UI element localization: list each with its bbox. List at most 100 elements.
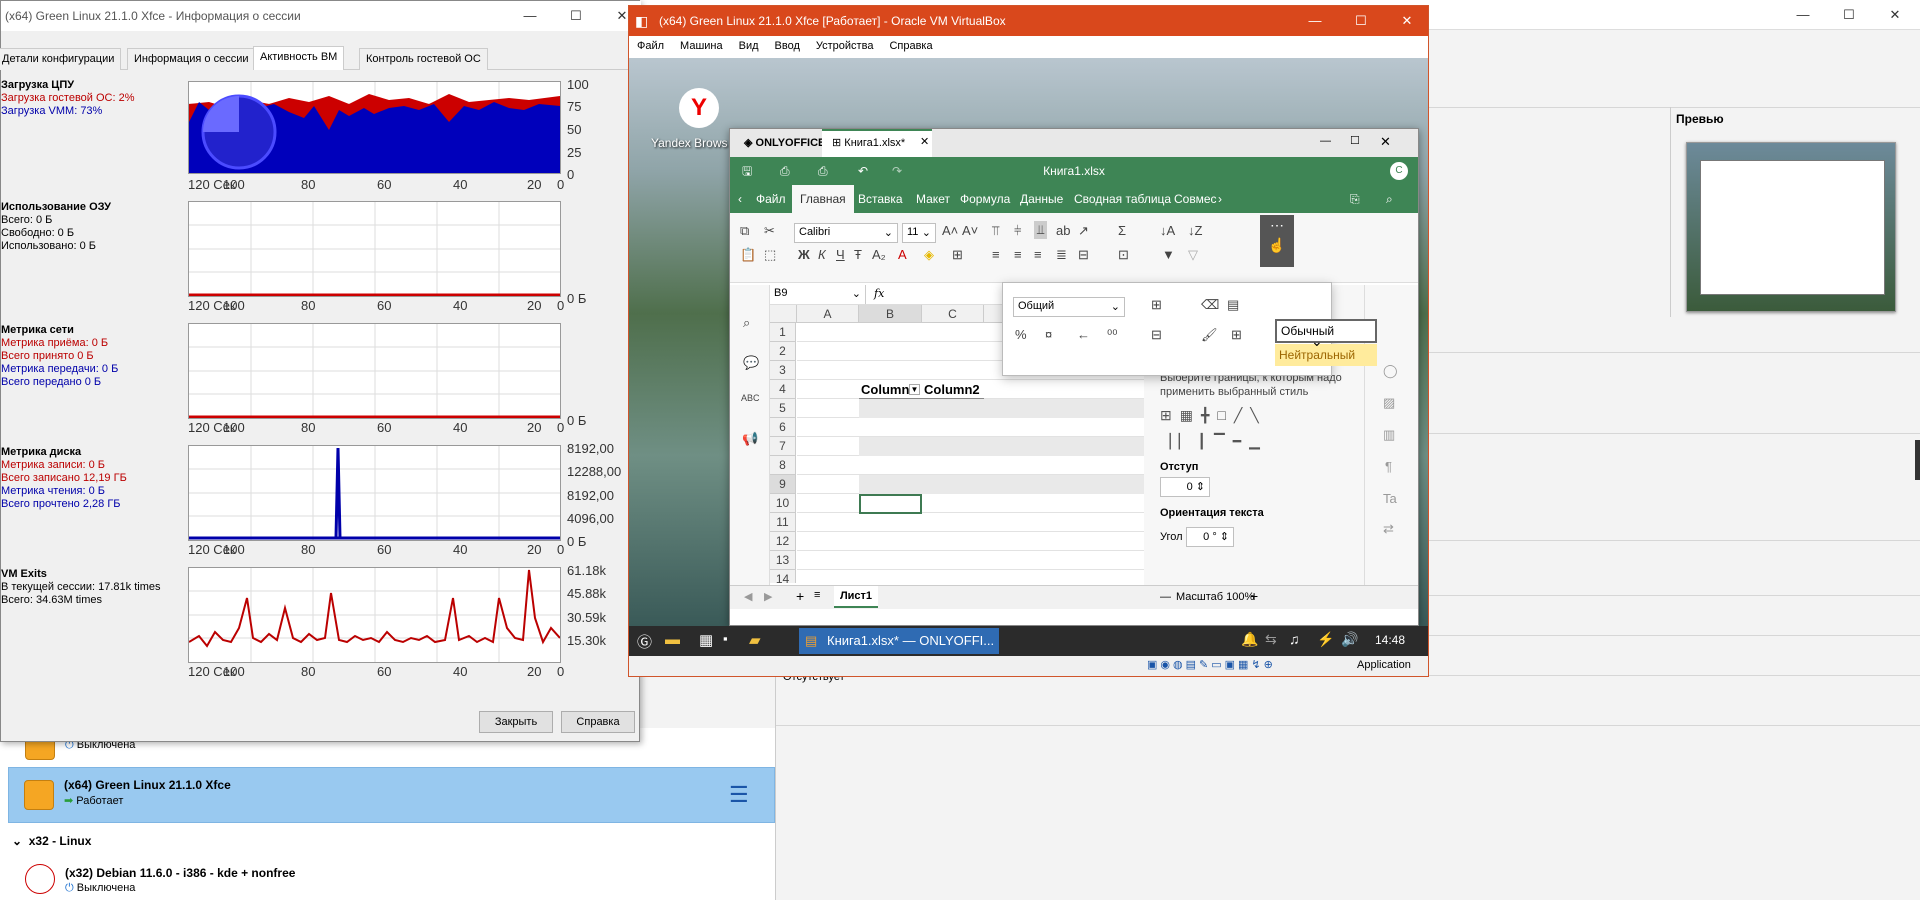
paragraph-icon[interactable]: ¶ [1385,459,1392,474]
zoom-out-icon[interactable]: — [1160,591,1171,603]
grid-row[interactable] [797,570,1144,583]
yandex-browser-icon[interactable]: Y [679,88,719,128]
borders-icon[interactable]: ⊞ [952,247,963,263]
column-header[interactable]: B [859,305,922,323]
menu-view[interactable]: Вид [731,36,767,56]
fill-color-icon[interactable]: ◈ [924,247,934,263]
grid-row[interactable] [797,418,1144,437]
tab-session-info[interactable]: Информация о сессии [127,48,256,70]
merge-icon[interactable]: ⊟ [1078,247,1089,263]
prev-sheet-icon[interactable]: ◀ [744,590,752,603]
folder-icon[interactable]: ▰ [749,631,761,649]
scroll-right-icon[interactable]: › [1210,185,1230,213]
maximize-icon[interactable]: ☐ [553,1,599,31]
chart-icon[interactable]: ▥ [1383,427,1395,443]
undo-icon[interactable]: ↶ [858,157,868,185]
row-header[interactable]: 10 [770,494,796,513]
filter-dropdown-icon[interactable]: ▼ [909,384,920,395]
close-button[interactable]: Закрыть [479,711,553,733]
font-name-select[interactable]: Calibri ⌄ [794,223,898,243]
feedback-icon[interactable]: 📢 [742,431,758,447]
format-as-table-icon[interactable]: ⊞ [1231,327,1242,343]
power-icon[interactable]: ⚡ [1317,631,1334,648]
menu-machine[interactable]: Машина [672,36,731,56]
terminal-icon[interactable]: ▪ [723,631,728,646]
paste-icon[interactable]: 📋 [740,247,756,263]
row-header[interactable]: 3 [770,361,796,380]
sort-desc-icon[interactable]: ↓Z [1188,223,1202,238]
row-header[interactable]: 7 [770,437,796,456]
help-button[interactable]: Справка [561,711,635,733]
align-right-icon[interactable]: ≡ [1034,247,1042,262]
number-format-select[interactable]: Общий ⌄ [1013,297,1125,317]
text-art-icon[interactable]: Ta [1383,491,1397,506]
quick-print-icon[interactable]: ⎙ [818,157,828,185]
percent-icon[interactable]: % [1015,327,1027,342]
wrap-text-icon[interactable]: ab [1056,223,1070,238]
search-icon[interactable]: ⌕ [743,315,750,331]
maximize-icon[interactable]: ☐ [1826,0,1872,30]
row-header[interactable]: 2 [770,342,796,361]
scrollbar[interactable] [1915,440,1920,480]
next-sheet-icon[interactable]: ▶ [764,590,772,603]
menu-help[interactable]: Справка [881,36,940,56]
grid-row[interactable] [797,456,1144,475]
minimize-icon[interactable]: — [507,1,553,31]
row-header[interactable]: 13 [770,551,796,570]
sort-asc-icon[interactable]: ↓A [1160,223,1175,238]
close-tab-icon[interactable]: ✕ [920,135,929,148]
tab-vm-activity[interactable]: Активность ВМ [253,46,345,70]
tab-file[interactable]: Файл [748,185,794,213]
row-header[interactable]: 5 [770,399,796,418]
save-icon[interactable]: 🖫 [742,157,752,185]
font-color-icon[interactable]: A [898,247,907,262]
device-status-icons[interactable]: ▣◉◍▤✎▭▣▦↯⊕ [1147,658,1276,671]
vm-list-item-selected[interactable]: (x64) Green Linux 21.1.0 Xfce ➡ Работает… [8,767,775,823]
row-header[interactable]: 6 [770,418,796,437]
border-position-icons[interactable]: ▕▏┃▔━▁ [1160,433,1268,450]
desktop-icon-label[interactable]: Yandex Brows [651,136,727,150]
close-icon[interactable]: ✕ [1384,6,1430,36]
align-left-icon[interactable]: ≡ [992,247,1000,262]
row-header[interactable]: 14 [770,570,796,583]
delete-cells-icon[interactable]: ⊟ [1151,327,1162,343]
function-icon[interactable]: fx [874,287,884,300]
increase-decimal-icon[interactable]: ⁰⁰ [1107,327,1117,343]
row-header[interactable]: 12 [770,532,796,551]
more-button[interactable]: ⋯ ☝ [1260,215,1294,267]
tab-insert[interactable]: Вставка [850,185,911,213]
menu-icon[interactable]: Ⓖ [637,631,652,652]
row-header[interactable]: 4 [770,380,796,399]
zoom-in-icon[interactable]: + [1250,588,1258,604]
apps-grid-icon[interactable]: ▦ [699,631,713,649]
menu-input[interactable]: Ввод [767,36,808,56]
maximize-icon[interactable]: ☐ [1338,6,1384,36]
tab-guest-control[interactable]: Контроль гостевой ОС [359,48,488,70]
column-header[interactable]: C [922,305,984,323]
close-icon[interactable]: ✕ [1380,134,1391,150]
tab-formula[interactable]: Формула [952,185,1018,213]
angle-input[interactable]: 0 ° ⇕ [1186,527,1234,547]
decrease-decimal-icon[interactable]: ← [1077,327,1090,342]
row-header[interactable]: 11 [770,513,796,532]
insert-cells-icon[interactable]: ⊞ [1151,297,1162,313]
justify-icon[interactable]: ≣ [1056,247,1067,263]
selected-cell[interactable] [859,494,922,514]
align-middle-icon[interactable]: ⫩ [1014,223,1021,239]
conditional-format-icon[interactable]: ▤ [1227,297,1239,313]
italic-icon[interactable]: К [818,247,826,262]
minimize-icon[interactable]: — [1320,135,1331,147]
network-icon[interactable]: ⇆ [1265,631,1277,648]
currency-icon[interactable]: ¤ [1045,327,1052,342]
tab-data[interactable]: Данные [1012,185,1071,213]
font-size-select[interactable]: 11 ⌄ [902,223,936,243]
name-box[interactable]: B9 ⌄ [770,285,866,304]
search-icon[interactable]: ⌕ [1378,185,1401,213]
tab-home[interactable]: Главная [792,185,854,213]
subscript-icon[interactable]: A₂ [872,247,886,262]
pivot-icon[interactable]: ⇄ [1383,521,1394,537]
underline-icon[interactable]: Ч [836,247,845,262]
align-bottom-icon[interactable]: ⫫ [1034,221,1048,239]
indent-input[interactable]: 0 ⇕ [1160,477,1210,497]
cut-icon[interactable]: ✂ [764,223,775,239]
